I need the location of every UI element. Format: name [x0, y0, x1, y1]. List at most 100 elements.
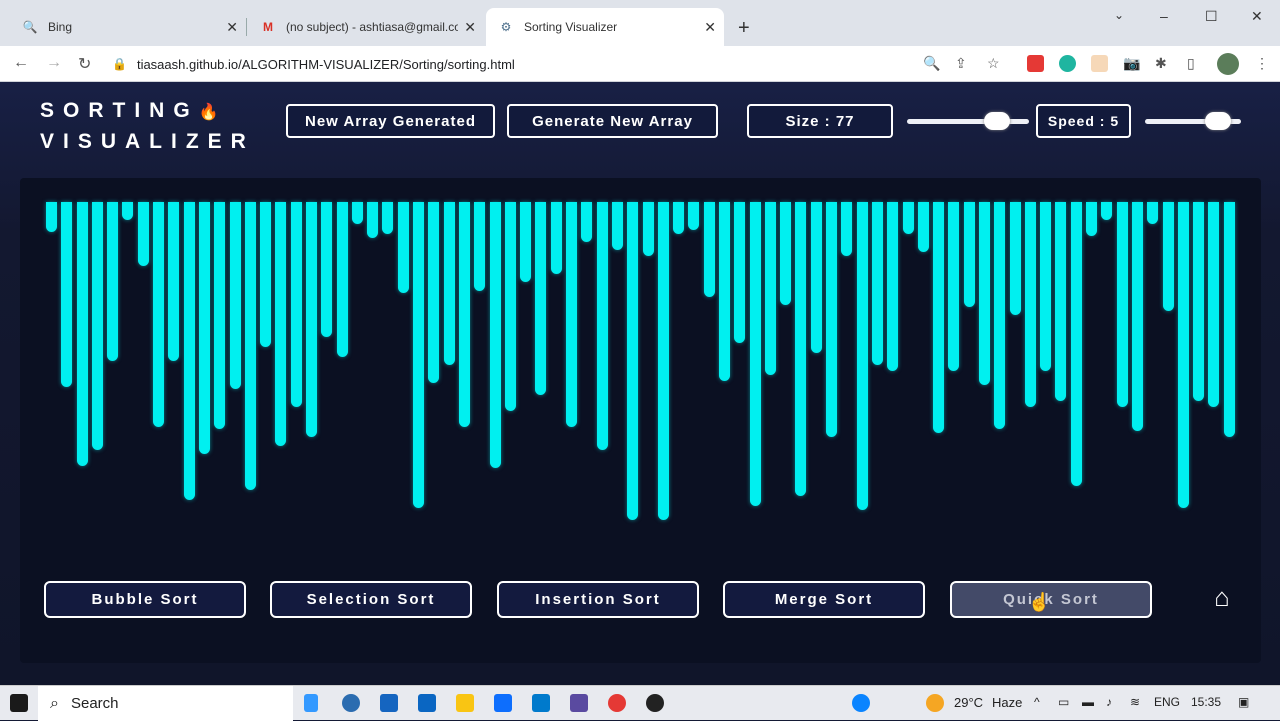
clock[interactable]: 15:35 [1191, 695, 1221, 709]
array-bar [933, 202, 945, 433]
weather-status: Haze [992, 695, 1023, 710]
tab-title: (no subject) - ashtiasa@gmail.co [286, 20, 458, 34]
generate-array-button[interactable]: Generate New Array [507, 104, 718, 138]
zoom-icon[interactable]: 🔍 [923, 55, 940, 72]
forward-icon[interactable]: → [46, 54, 62, 72]
edge-icon[interactable] [342, 694, 360, 712]
m-extension-icon[interactable] [1059, 55, 1076, 72]
quick-sort-button[interactable]: Quick Sort [950, 581, 1152, 618]
windows-start-icon[interactable] [10, 694, 28, 712]
array-bar [428, 202, 440, 383]
puzzle-icon[interactable]: ✱ [1155, 55, 1167, 72]
new-tab-button[interactable]: + [738, 17, 750, 40]
array-bar [489, 202, 501, 469]
vs-icon[interactable] [570, 694, 588, 712]
array-bar [46, 202, 57, 232]
array-bar [856, 202, 868, 511]
maximize-icon[interactable]: ☐ [1205, 8, 1218, 25]
array-bar [1086, 202, 1098, 236]
close-tab-icon[interactable]: ✕ [226, 19, 238, 36]
array-bar [1070, 202, 1082, 487]
tab-gmail[interactable]: M (no subject) - ashtiasa@gmail.co ✕ [248, 8, 484, 46]
home-icon[interactable]: ⌂ [1207, 582, 1237, 612]
array-bar [611, 202, 623, 250]
array-bar [214, 202, 226, 429]
array-bar [76, 202, 88, 467]
logo-line-1: SORTING [40, 99, 199, 122]
close-tab-icon[interactable]: ✕ [704, 19, 716, 36]
sidebar-icon[interactable]: ▯ [1187, 55, 1195, 72]
language-indicator[interactable]: ENG [1154, 695, 1180, 709]
flame-icon: 🔥 [198, 104, 219, 121]
array-bar [321, 202, 333, 338]
window-close-icon[interactable]: ✕ [1251, 8, 1263, 25]
menu-icon[interactable]: ⋮ [1255, 55, 1269, 72]
app: SORTING🔥 VISUALIZER New Array Generated … [0, 82, 1280, 685]
wifi-icon[interactable]: ≋ [1130, 695, 1140, 709]
array-bar [382, 202, 394, 234]
new-array-status-button[interactable]: New Array Generated [286, 104, 495, 138]
task-view-icon[interactable] [304, 694, 318, 712]
array-bar [413, 202, 425, 509]
tab-bing[interactable]: 🔍 Bing ✕ [10, 8, 246, 46]
array-bar [520, 202, 532, 282]
array-bar [122, 202, 134, 220]
github-icon[interactable] [646, 694, 664, 712]
mail-icon[interactable] [418, 694, 436, 712]
back-icon[interactable]: ← [13, 54, 29, 72]
browser-toolbar: ← → ↻ 🔒 tiasaash.github.io/ALGORITHM-VIS… [0, 46, 1280, 82]
minimize-icon[interactable]: – [1160, 8, 1168, 24]
tab-title: Bing [48, 20, 73, 34]
insertion-sort-button[interactable]: Insertion Sort [497, 581, 699, 618]
gmail-icon: M [263, 20, 273, 34]
address-bar[interactable]: 🔒 tiasaash.github.io/ALGORITHM-VISUALIZE… [112, 50, 902, 78]
size-slider[interactable] [907, 112, 1029, 130]
notification-icon[interactable]: ▣ [1238, 695, 1249, 709]
logo-line-2: VISUALIZER [40, 130, 255, 153]
array-bar [351, 202, 363, 224]
array-bar [795, 202, 807, 497]
chevron-up-icon[interactable]: ^ [1034, 695, 1040, 709]
size-slider-knob[interactable] [983, 112, 1010, 130]
taskbar-search[interactable]: ⌕ Search [38, 686, 293, 721]
network-icon[interactable]: ▭ [1058, 695, 1069, 709]
array-bar [153, 202, 165, 427]
camera-icon[interactable]: 📷 [1123, 55, 1140, 72]
merge-sort-button[interactable]: Merge Sort [723, 581, 925, 618]
photos-icon[interactable] [494, 694, 512, 712]
bookmark-star-icon[interactable]: ☆ [987, 55, 1000, 72]
speed-slider[interactable] [1145, 112, 1241, 130]
notes-extension-icon[interactable] [1091, 55, 1108, 72]
chrome-icon[interactable] [608, 694, 626, 712]
tab-search-icon[interactable]: ⌄ [1114, 8, 1124, 22]
array-bar [1101, 202, 1113, 220]
help-icon[interactable] [852, 694, 870, 712]
visualizer-panel: Bubble Sort Selection Sort Insertion Sor… [20, 178, 1261, 663]
profile-avatar[interactable] [1217, 53, 1239, 75]
mouse-cursor-icon: ☝ [1028, 592, 1051, 612]
close-tab-icon[interactable]: ✕ [464, 19, 476, 36]
battery-icon[interactable]: ▬ [1082, 695, 1094, 709]
reload-icon[interactable]: ↻ [78, 54, 91, 74]
array-bar [1024, 202, 1036, 407]
array-bar [810, 202, 822, 354]
gear-icon: ⚙ [500, 20, 512, 34]
share-icon[interactable]: ⇪ [955, 55, 967, 72]
vscode-icon[interactable] [532, 694, 550, 712]
array-bar [198, 202, 210, 455]
pdf-extension-icon[interactable] [1027, 55, 1044, 72]
array-bar [566, 202, 578, 427]
selection-sort-button[interactable]: Selection Sort [270, 581, 472, 618]
tab-sorting-visualizer[interactable]: ⚙ Sorting Visualizer ✕ [486, 8, 724, 46]
volume-icon[interactable]: ♪ [1106, 695, 1112, 709]
array-bar [275, 202, 287, 447]
array-bar [1116, 202, 1128, 407]
bubble-sort-button[interactable]: Bubble Sort [44, 581, 246, 618]
array-bar [703, 202, 715, 298]
array-bar [1208, 202, 1220, 407]
array-bar [107, 202, 119, 361]
explorer-icon[interactable] [456, 694, 474, 712]
array-bar [871, 202, 883, 365]
speed-slider-knob[interactable] [1204, 112, 1231, 130]
store-icon[interactable] [380, 694, 398, 712]
